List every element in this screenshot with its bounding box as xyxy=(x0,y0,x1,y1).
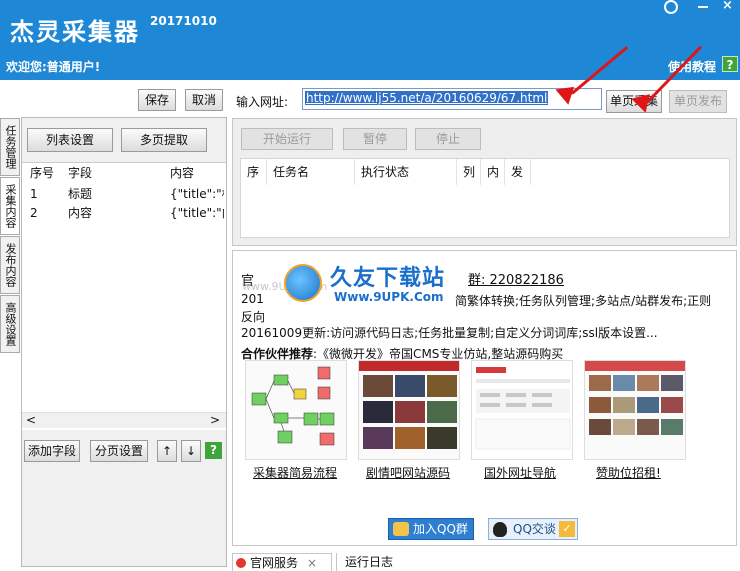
tab-collect-content[interactable]: 采集内容 xyxy=(0,177,20,235)
thumb-label-foreign-nav[interactable]: 国外网址导航 xyxy=(484,464,556,481)
check-icon: ✓ xyxy=(559,521,575,537)
flowchart-image xyxy=(251,366,335,446)
watermark-left-text: www.9UPK.com xyxy=(242,280,328,293)
close-tab-icon[interactable]: × xyxy=(307,554,317,571)
row-field: 内容 xyxy=(68,206,93,220)
tab-official-label: 官网服务 xyxy=(250,556,299,570)
row-no: 2 xyxy=(30,206,38,220)
column-header-seq: 序 xyxy=(241,159,267,185)
thumb-label-sponsor[interactable]: 赞助位招租! xyxy=(596,464,661,481)
save-button[interactable]: 保存 xyxy=(138,89,176,111)
browser-line3: 反向 xyxy=(241,310,266,324)
partner-text[interactable]: :《微微开发》帝国CMS专业仿站,整站源码购买 xyxy=(313,347,563,361)
pause-button[interactable]: 暂停 xyxy=(343,128,407,150)
qq-chat-label: QQ交谈 xyxy=(513,522,556,536)
tab-official-service[interactable]: 官网服务 × xyxy=(232,553,332,571)
bottom-tabs: 官网服务 × 运行日志 xyxy=(232,553,737,571)
join-qq-group-button[interactable]: 加入QQ群 xyxy=(388,518,474,540)
cancel-button[interactable]: 取消 xyxy=(185,89,223,111)
close-icon[interactable]: × xyxy=(722,0,733,13)
welcome-text: 欢迎您:普通用户! xyxy=(6,60,101,74)
row-field: 标题 xyxy=(68,187,93,201)
horizontal-scrollbar[interactable]: < > xyxy=(22,412,226,428)
join-qq-label: 加入QQ群 xyxy=(413,522,468,536)
thumb-foreign-nav[interactable] xyxy=(471,360,573,460)
column-header-status: 执行状态 xyxy=(355,159,457,185)
column-header-no: 序号 xyxy=(30,166,55,180)
move-down-button[interactable]: ↓ xyxy=(181,440,201,462)
task-table: 序 任务名 执行状态 列 内 发 xyxy=(240,158,730,238)
app-title: 杰灵采集器 xyxy=(10,18,140,46)
drama-site-image xyxy=(359,361,459,449)
thumb-sponsor[interactable] xyxy=(584,360,686,460)
column-header-list: 列 xyxy=(457,159,481,185)
multi-page-extract-button[interactable]: 多页提取 xyxy=(121,128,207,152)
column-header-field: 字段 xyxy=(68,166,93,180)
column-header-content: 内容 xyxy=(170,166,195,180)
tab-task-management[interactable]: 任务管理 xyxy=(0,118,20,176)
home-icon xyxy=(236,558,246,568)
browser-line2a: 201 xyxy=(241,292,264,306)
qq-penguin-icon xyxy=(493,522,507,537)
partner-label: 合作伙伴推荐 xyxy=(241,347,314,361)
page-settings-button[interactable]: 分页设置 xyxy=(90,440,148,462)
stop-button[interactable]: 停止 xyxy=(415,128,481,150)
column-header-content: 内 xyxy=(481,159,505,185)
foreign-nav-image xyxy=(472,361,572,459)
minimize-icon[interactable] xyxy=(698,6,708,8)
column-header-task-name: 任务名 xyxy=(267,159,355,185)
thumb-label-drama-site[interactable]: 剧情吧网站源码 xyxy=(366,464,450,481)
url-value: http://www.lj55.net/a/20160629/67.html xyxy=(305,91,549,105)
list-settings-button[interactable]: 列表设置 xyxy=(27,128,113,152)
column-header-publish: 发 xyxy=(505,159,531,185)
app-version: 20171010 xyxy=(150,14,217,28)
tab-publish-content[interactable]: 发布内容 xyxy=(0,236,20,294)
scroll-left-icon[interactable]: < xyxy=(26,413,36,427)
thumb-drama-site[interactable] xyxy=(358,360,460,460)
scroll-right-icon[interactable]: > xyxy=(210,413,220,427)
qq-chat-button[interactable]: QQ交谈 ✓ xyxy=(488,518,578,540)
single-publish-button[interactable]: 单页发布 xyxy=(669,90,727,113)
qq-group-text[interactable]: 群: 220822186 xyxy=(468,269,564,288)
sponsor-image xyxy=(585,361,685,435)
browser-line2b: 简繁体转换;任务队列管理;多站点/站群发布;正则 xyxy=(455,294,712,308)
browser-line4: 20161009更新:访问源代码日志;任务批量复制;自定义分词词库;ssl版本设… xyxy=(241,326,658,340)
clock-icon[interactable] xyxy=(664,0,678,14)
row-content: {"title":"内容" xyxy=(170,206,224,220)
url-label: 输入网址: xyxy=(236,95,289,109)
tab-run-log[interactable]: 运行日志 xyxy=(336,553,416,571)
move-up-button[interactable]: ↑ xyxy=(157,440,177,462)
add-field-button[interactable]: 添加字段 xyxy=(24,440,80,462)
row-content: {"title":"标题" xyxy=(170,187,224,201)
field-table: 序号 字段 内容 1 标题 {"title":"标题" 2 内容 {"title… xyxy=(22,162,226,430)
help-icon[interactable]: ? xyxy=(205,442,222,459)
help-icon[interactable]: ? xyxy=(722,56,738,72)
qq-group-icon xyxy=(393,522,409,536)
thumb-label-flowchart[interactable]: 采集器简易流程 xyxy=(253,464,337,481)
row-no: 1 xyxy=(30,187,38,201)
thumb-flowchart[interactable] xyxy=(245,360,347,460)
tab-log-label: 运行日志 xyxy=(345,555,394,569)
tab-advanced-settings[interactable]: 高级设置 xyxy=(0,295,20,353)
title-bar: 杰灵采集器 20171010 欢迎您:普通用户! 使用教程 ? × xyxy=(0,0,740,80)
start-button[interactable]: 开始运行 xyxy=(241,128,333,150)
